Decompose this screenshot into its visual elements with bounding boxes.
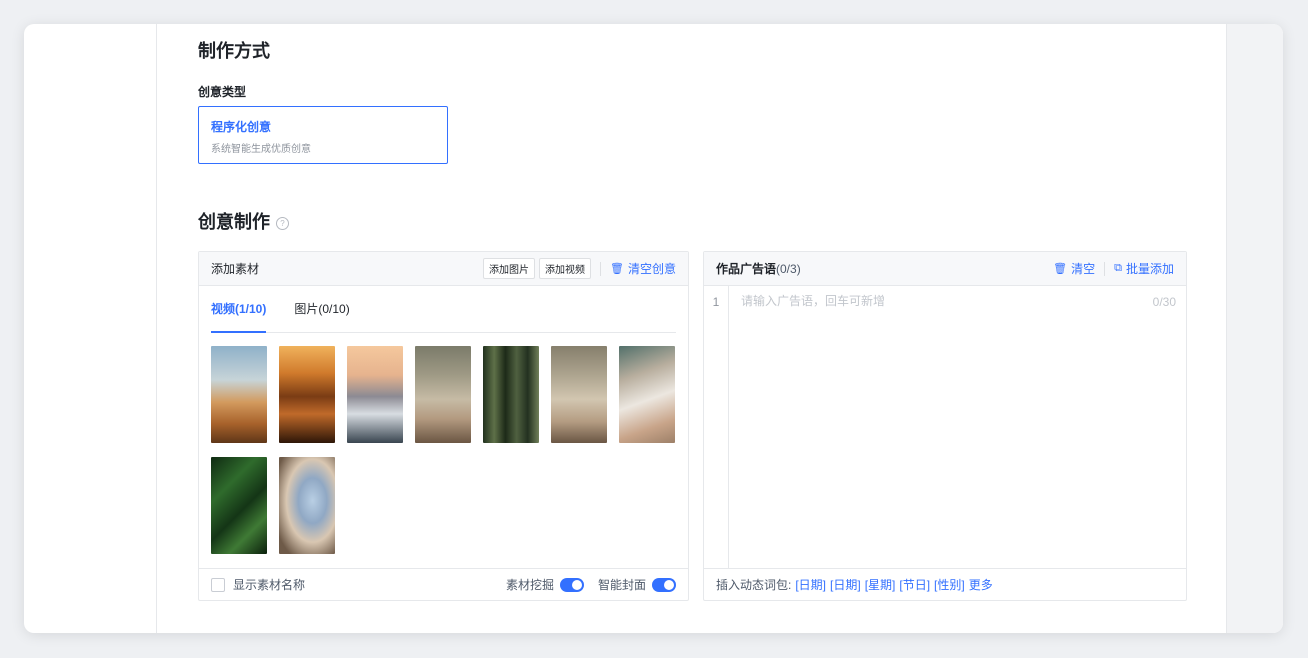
ad-copy-count: (0/3) <box>776 261 801 276</box>
var-date-2[interactable]: [日期] <box>830 576 861 593</box>
more-vars-link[interactable]: 更多 <box>969 576 993 593</box>
content-area: 制作方式 创意类型 程序化创意 系统智能生成优质创意 创意制作? 添加素材 添加… <box>198 24 1203 633</box>
var-gender[interactable]: [性别] <box>934 576 965 593</box>
section-creative-text: 创意制作 <box>198 212 270 232</box>
add-image-button[interactable]: 添加图片 <box>483 258 536 279</box>
divider <box>1104 261 1106 276</box>
section-title-production: 制作方式 <box>198 41 270 61</box>
mining-label: 素材挖掘 <box>505 578 554 592</box>
tab-image[interactable]: 图片(0/10) <box>294 286 349 332</box>
creative-type-title: 程序化创意 <box>211 120 272 134</box>
right-rail <box>1226 24 1283 633</box>
line-number: 1 <box>712 295 720 309</box>
clear-creative-button[interactable]: 🗑 清空创意 <box>610 260 676 277</box>
smart-cover-label: 智能封面 <box>597 578 646 592</box>
help-icon[interactable]: ? <box>276 216 289 230</box>
batch-add-label: 批量添加 <box>1125 262 1174 276</box>
ad-copy-title: 作品广告语 <box>716 262 777 276</box>
batch-add-button[interactable]: ⧉ 批量添加 <box>1114 260 1174 277</box>
thumbnail-tropical-leaf[interactable] <box>211 457 267 554</box>
thumbnail-bamboo-forest[interactable] <box>483 346 539 443</box>
main-card: 制作方式 创意类型 程序化创意 系统智能生成优质创意 创意制作? 添加素材 添加… <box>24 24 1283 633</box>
add-video-button[interactable]: 添加视频 <box>539 258 592 279</box>
creative-type-card-programmatic[interactable]: 程序化创意 系统智能生成优质创意 <box>198 106 448 164</box>
materials-panel-footer: 显示素材名称 素材挖掘 智能封面 <box>199 568 688 600</box>
tab-video[interactable]: 视频(1/10) <box>211 286 267 333</box>
line-gutter <box>704 286 729 568</box>
show-names-checkbox[interactable] <box>211 577 225 592</box>
ad-copy-input[interactable] <box>739 293 1126 309</box>
var-weekday[interactable]: [星期] <box>865 576 896 593</box>
char-counter: 0/30 <box>1152 295 1176 309</box>
creative-type-label: 创意类型 <box>198 85 247 99</box>
clear-creative-label: 清空创意 <box>627 262 676 276</box>
smart-cover-toggle[interactable] <box>652 577 676 592</box>
ad-copy-panel-header: 作品广告语 (0/3) 🗑 清空 ⧉ 批量添加 <box>704 252 1186 286</box>
materials-panel-title: 添加素材 <box>211 262 260 276</box>
ad-copy-panel: 作品广告语(0/3) 🗑 清空 ⧉ 批量添加 1 0/30 插入动 <box>703 251 1187 601</box>
divider <box>600 261 602 276</box>
left-rail <box>24 24 157 633</box>
clear-ad-label: 清空 <box>1071 262 1096 276</box>
var-holiday[interactable]: [节日] <box>899 576 930 593</box>
thumbnail-sunset-mountains[interactable] <box>279 346 335 443</box>
trash-icon: 🗑 <box>1053 263 1068 275</box>
mining-toggle[interactable] <box>559 577 584 592</box>
thumbnail-bedroom-lamp[interactable] <box>415 346 471 443</box>
section-title-creative: 创意制作? <box>198 208 289 234</box>
trash-icon: 🗑 <box>610 263 624 275</box>
copy-icon: ⧉ <box>1114 262 1122 274</box>
materials-panel-header: 添加素材 添加图片 添加视频 🗑 清空创意 <box>199 252 688 286</box>
var-date-1[interactable]: [日期] <box>795 576 826 593</box>
material-tabs: 视频(1/10) 图片(0/10) <box>211 286 676 333</box>
insert-vars-label: 插入动态词包: <box>716 578 792 592</box>
thumbnail-misty-peaks[interactable] <box>347 346 403 443</box>
ad-copy-editor: 1 0/30 <box>704 286 1186 568</box>
creative-type-desc: 系统智能生成优质创意 <box>211 144 311 155</box>
thumbnail-desert-dunes[interactable] <box>211 346 267 443</box>
thumbnail-wedding-invite[interactable] <box>619 346 675 443</box>
materials-panel: 添加素材 添加图片 添加视频 🗑 清空创意 视频(1/10) 图片(0/10) <box>198 251 689 601</box>
show-names-label: 显示素材名称 <box>233 578 306 592</box>
clear-ad-button[interactable]: 🗑 清空 <box>1053 260 1095 277</box>
thumbnail-airplane-window[interactable] <box>279 457 335 554</box>
thumbnail-bedroom-corner[interactable] <box>551 346 607 443</box>
ad-copy-panel-footer: 插入动态词包: [日期] [日期] [星期] [节日] [性别] 更多 <box>704 568 1186 600</box>
